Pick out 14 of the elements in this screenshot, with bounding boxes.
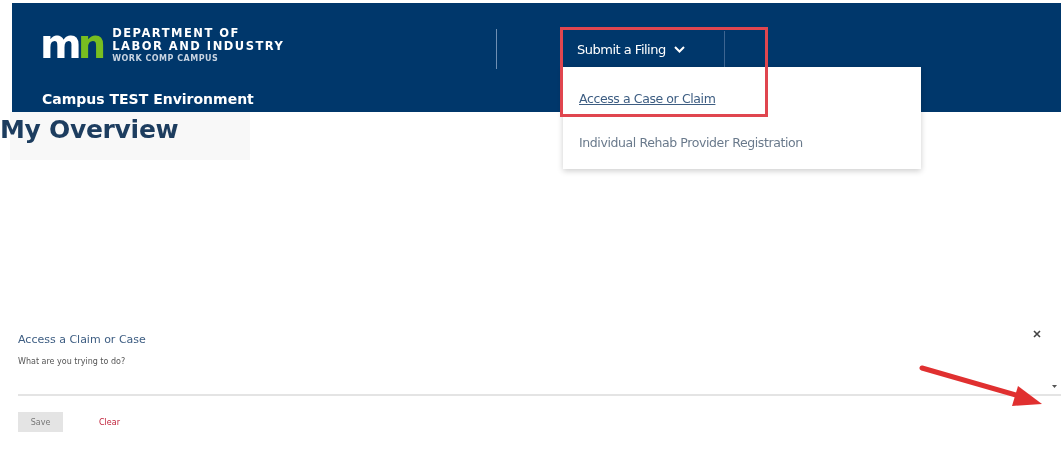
menu-item[interactable]: Individual Rehab Provider Registration — [563, 125, 921, 151]
clear-link[interactable]: Clear — [99, 417, 120, 427]
menu-item[interactable]: Access a Case or Claim — [563, 81, 921, 107]
environment-label: Campus TEST Environment — [42, 91, 254, 107]
form-title: Access a Claim or Case — [18, 333, 146, 346]
logo-text: LABOR AND INDUSTRY — [112, 40, 285, 53]
logo-mark: mn — [40, 27, 103, 61]
page-title: My Overview — [0, 114, 179, 146]
close-icon[interactable] — [1033, 330, 1041, 338]
logo-subtitle: WORK COMP CAMPUS — [112, 54, 220, 63]
chevron-icon — [673, 45, 685, 53]
caret-icon — [1052, 385, 1057, 388]
field-label: What are you trying to do? — [18, 357, 126, 366]
logo-text: DEPARTMENT OF — [112, 27, 241, 40]
